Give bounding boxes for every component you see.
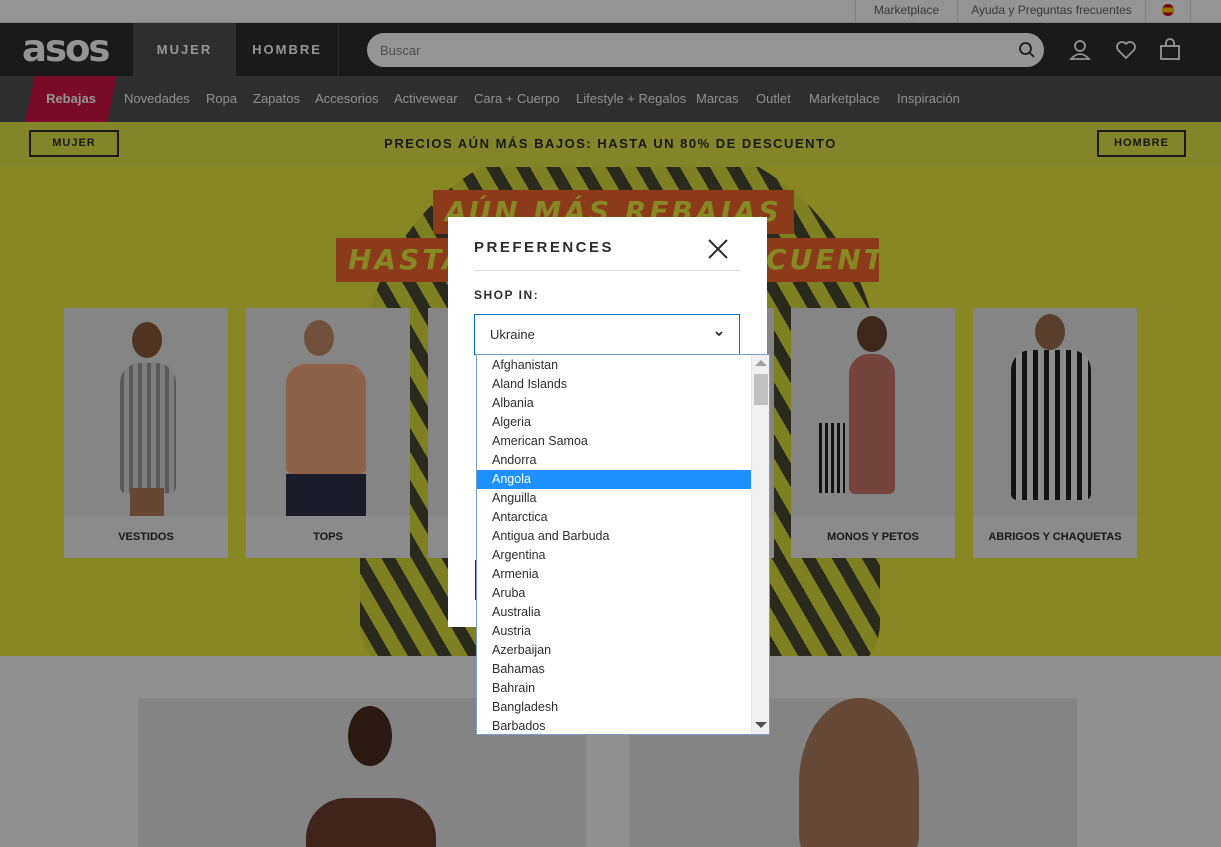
country-select[interactable]: Ukraine	[474, 314, 740, 355]
country-option[interactable]: Andorra	[477, 451, 751, 470]
country-option[interactable]: Australia	[477, 603, 751, 622]
country-dropdown-list: Afghanistan Aland Islands Albania Algeri…	[476, 354, 770, 735]
country-option[interactable]: Aland Islands	[477, 375, 751, 394]
country-option[interactable]: Anguilla	[477, 489, 751, 508]
country-option[interactable]: Austria	[477, 622, 751, 641]
dropdown-scrollbar[interactable]	[751, 355, 769, 734]
shop-in-label: SHOP IN:	[474, 288, 540, 302]
scroll-down-arrow-icon[interactable]	[755, 722, 767, 728]
country-option[interactable]: Bahamas	[477, 660, 751, 679]
country-option[interactable]: Afghanistan	[477, 356, 751, 375]
country-option[interactable]: Argentina	[477, 546, 751, 565]
country-option[interactable]: Antarctica	[477, 508, 751, 527]
country-option[interactable]: Algeria	[477, 413, 751, 432]
country-options: Afghanistan Aland Islands Albania Algeri…	[477, 356, 751, 734]
country-select-value: Ukraine	[490, 327, 535, 342]
modal-title: PREFERENCES	[474, 239, 615, 256]
country-option[interactable]: Armenia	[477, 565, 751, 584]
chevron-down-icon	[715, 331, 723, 337]
country-option[interactable]: Albania	[477, 394, 751, 413]
scroll-up-arrow-icon[interactable]	[755, 360, 767, 366]
country-option[interactable]: Bangladesh	[477, 698, 751, 717]
modal-divider	[474, 270, 740, 271]
country-option[interactable]: American Samoa	[477, 432, 751, 451]
country-option[interactable]: Aruba	[477, 584, 751, 603]
close-icon[interactable]	[706, 237, 730, 261]
country-option[interactable]: Azerbaijan	[477, 641, 751, 660]
scrollbar-thumb[interactable]	[754, 374, 768, 405]
country-option[interactable]: Barbados	[477, 717, 751, 734]
country-option[interactable]: Antigua and Barbuda	[477, 527, 751, 546]
country-option[interactable]: Bahrain	[477, 679, 751, 698]
country-option-highlighted[interactable]: Angola	[477, 470, 751, 489]
